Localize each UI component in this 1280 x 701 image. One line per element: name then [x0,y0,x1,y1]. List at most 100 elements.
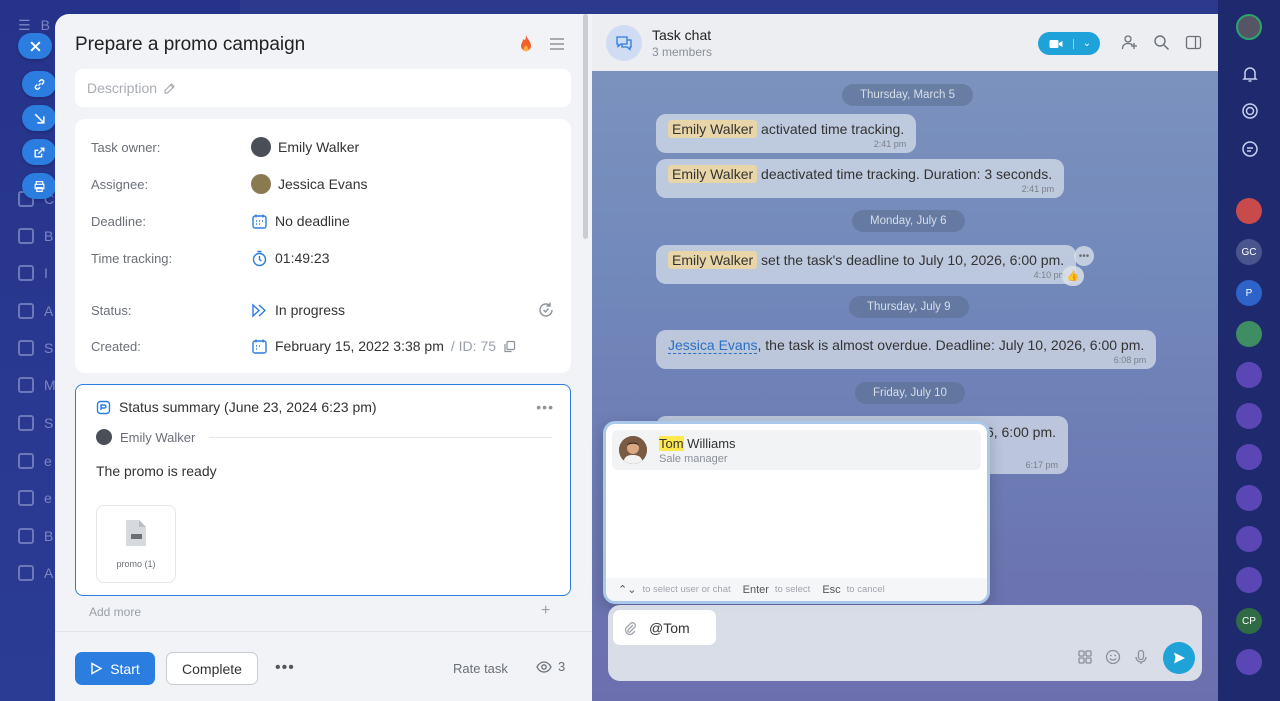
status-row: Status: In progress [91,299,561,321]
contact-avatar[interactable] [1236,485,1262,511]
external-link-icon [33,146,45,158]
message-author[interactable]: Emily Walker [668,120,758,138]
message-input[interactable]: @Tom [613,610,716,645]
mention-option[interactable]: Tom Williams Sale manager [612,430,981,470]
like-icon[interactable]: 👍 [1062,266,1084,286]
chat-avatar[interactable] [606,25,642,61]
rate-task-link[interactable]: Rate task [453,661,508,676]
send-icon [1174,652,1185,664]
copy-icon[interactable] [503,340,516,353]
date-separator: Monday, July 6 [852,210,965,232]
description-field[interactable]: Description [75,69,571,107]
assignee-row: Assignee: Jessica Evans [91,173,561,195]
add-user-icon[interactable] [1121,34,1138,51]
contact-avatar[interactable] [1236,321,1262,347]
mention-role: Sale manager [659,453,728,465]
complete-button[interactable]: Complete [166,652,258,685]
contact-badge[interactable]: CP [1236,608,1262,634]
up-down-arrows-icon: ⌃⌄ [618,584,637,596]
message-text: set the task's deadline to July 10, 2026… [757,252,1065,268]
task-id: / ID: 75 [450,338,497,354]
message-mention[interactable]: Jessica Evans [668,337,758,354]
bell-icon[interactable] [1240,64,1260,84]
minimize-button[interactable] [22,105,56,131]
calendar-edit-icon [252,339,267,354]
more-options-icon[interactable]: ••• [536,399,554,415]
task-footer: Start Complete ••• Rate task 3 [55,631,592,701]
message-text: , the task is almost overdue. Deadline: … [757,337,1145,353]
prop-label: Deadline: [91,213,146,229]
microphone-icon[interactable] [1133,649,1149,665]
more-actions-icon[interactable]: ••• [275,659,295,677]
message-time: 6:17 pm [1025,460,1058,470]
chat-message[interactable]: Emily Walker activated time tracking. 2:… [656,114,917,153]
message-author[interactable]: Emily Walker [668,165,758,183]
plus-icon[interactable]: + [541,602,550,620]
contact-avatar[interactable] [1236,362,1262,388]
date-separator: Thursday, July 9 [849,296,969,318]
task-owner-name[interactable]: Emily Walker [278,139,359,155]
stopwatch-icon [252,250,267,266]
paperclip-icon[interactable] [623,620,637,636]
chat-message[interactable]: Emily Walker deactivated time tracking. … [656,159,1065,198]
emoji-icon[interactable] [1105,649,1121,665]
time-tracking-row: Time tracking: 01:49:23 [91,247,561,269]
scrollbar[interactable] [583,14,588,239]
close-button[interactable] [18,33,52,59]
chat-message[interactable]: Jessica Evans, the task is almost overdu… [656,330,1157,369]
avatar[interactable] [251,137,271,157]
summary-author: Emily Walker [96,429,552,445]
start-label: Start [110,660,140,677]
add-more-link[interactable]: Add more [89,605,141,619]
target-icon[interactable] [1240,101,1260,121]
contact-avatar[interactable] [1236,198,1262,224]
sidebar-row: e [18,449,52,473]
calendar-icon [252,214,267,229]
chat-members[interactable]: 3 members [652,45,712,59]
contact-avatar[interactable] [1236,526,1262,552]
contact-avatar[interactable] [1236,567,1262,593]
apps-grid-icon[interactable] [1077,649,1093,665]
viewers-count[interactable]: 3 [536,659,565,674]
avatar[interactable] [251,174,271,194]
sidebar-row: B [18,524,53,548]
mention-name: Tom Williams [659,436,736,451]
person-icon [619,436,647,464]
prop-label: Created: [91,338,141,354]
start-button[interactable]: Start [75,652,155,685]
chat-message[interactable]: Emily Walker set the task's deadline to … [656,245,1077,284]
created-row: Created: February 15, 2022 3:38 pm / ID:… [91,335,561,357]
send-button[interactable] [1163,642,1195,674]
avatar [96,429,112,445]
sidebar-row: S [18,336,53,360]
open-new-window-button[interactable] [22,139,56,165]
file-attachment[interactable]: promo (1) [96,505,176,583]
menu-icon[interactable] [549,38,565,50]
assignee-name[interactable]: Jessica Evans [278,176,367,192]
play-icon [91,662,103,675]
fire-icon[interactable] [517,34,535,54]
status-summary-card[interactable]: Status summary (June 23, 2024 6:23 pm) •… [75,384,571,596]
chat-bubble-icon[interactable] [1240,139,1260,159]
refresh-check-icon[interactable] [537,301,555,319]
prop-label: Task owner: [91,139,161,155]
hint-text: to cancel [846,584,885,595]
sidebar-row: A [18,561,53,585]
sidebar-toggle-icon[interactable] [1185,34,1202,51]
chat-icon [616,36,632,51]
copy-link-button[interactable] [22,71,56,97]
contact-avatar[interactable] [1236,444,1262,470]
search-icon[interactable] [1153,34,1170,51]
contact-badge[interactable]: GC [1236,239,1262,265]
video-call-button[interactable]: ⌄ [1038,32,1100,55]
video-camera-icon [1049,39,1062,48]
message-author[interactable]: Emily Walker [668,251,758,269]
print-button[interactable] [22,173,56,199]
chevron-down-icon[interactable]: ⌄ [1074,38,1100,49]
deadline-value[interactable]: No deadline [275,213,350,229]
user-avatar[interactable] [1236,14,1262,40]
contact-avatar[interactable] [1236,403,1262,429]
message-options-icon[interactable]: ••• [1074,246,1094,266]
contact-badge[interactable]: P [1236,280,1262,306]
contact-avatar[interactable] [1236,649,1262,675]
